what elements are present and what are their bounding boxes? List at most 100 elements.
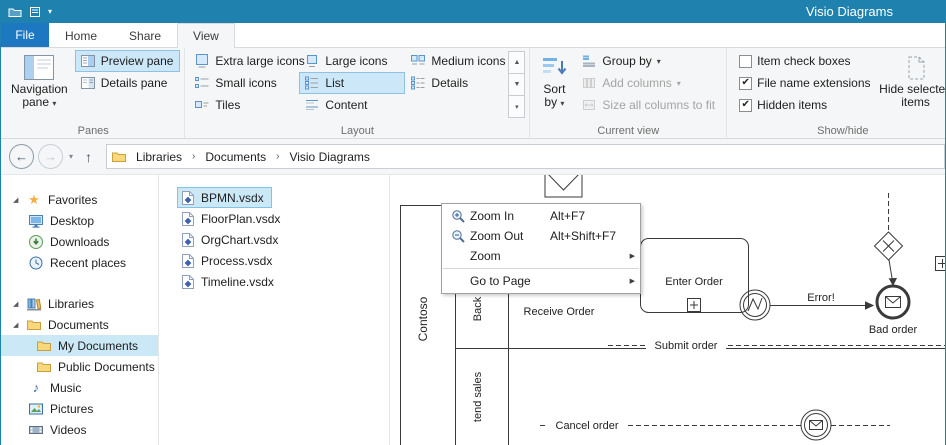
item-check-boxes-checkbox[interactable] [739, 55, 752, 68]
zoom-out-icon [446, 229, 470, 244]
details-pane-label: Details pane [101, 76, 168, 90]
navigation-pane-button[interactable]: Navigation pane ▾ [6, 50, 73, 122]
tab-file[interactable]: File [1, 23, 49, 47]
list-view-label: List [325, 76, 344, 90]
add-columns-icon [581, 75, 597, 91]
sidebar-item-favorites[interactable]: ◢ ★ Favorites [1, 189, 158, 210]
file-name-extensions-checkbox[interactable]: ✔ [739, 77, 752, 90]
details-pane-button[interactable]: Details pane [75, 72, 181, 94]
expand-icon[interactable]: ◢ [13, 196, 25, 204]
hidden-items-option[interactable]: ✔ Hidden items [733, 94, 876, 116]
sidebar-label-recent-places: Recent places [50, 256, 126, 270]
address-bar[interactable]: Libraries › Documents › Visio Diagrams [106, 144, 945, 169]
ribbon-group-show-hide: Item check boxes ✔ File name extensions … [727, 48, 946, 138]
menu-label-go-to-page: Go to Page [470, 274, 550, 288]
ribbon-tabstrip: File Home Share View [1, 23, 945, 47]
sidebar-item-recent-places[interactable]: Recent places [1, 252, 158, 273]
folder-icon [35, 338, 53, 354]
menu-item-zoom-out[interactable]: Zoom Out Alt+Shift+F7 [442, 226, 640, 246]
explorer-icon[interactable] [8, 6, 22, 18]
menu-item-zoom[interactable]: Zoom ▶ [442, 246, 640, 266]
up-button[interactable]: ↑ [79, 149, 98, 165]
window-title: Visio Diagrams [806, 4, 937, 19]
menu-label-zoom-out: Zoom Out [470, 229, 550, 243]
tab-view[interactable]: View [177, 23, 235, 48]
qat-dropdown-icon[interactable]: ▾ [48, 8, 52, 16]
pool-label: Contoso [416, 296, 430, 341]
small-icons-button[interactable]: Small icons [189, 72, 299, 94]
file-item-orgchart[interactable]: OrgChart.vsdx [177, 229, 286, 250]
medium-icons-button[interactable]: Medium icons [405, 50, 505, 72]
desktop-icon [27, 213, 45, 229]
recent-locations-dropdown[interactable]: ▾ [67, 152, 75, 161]
preview-pane-button[interactable]: Preview pane [75, 50, 181, 72]
ribbon-group-current-view: Sort by ▾ Group by ▾ Add columns ▾ Size … [530, 48, 727, 138]
breadcrumb-separator-icon: › [191, 151, 196, 162]
expand-icon[interactable]: ◢ [13, 300, 25, 308]
breadcrumb-visio-diagrams[interactable]: Visio Diagrams [282, 145, 376, 168]
file-list: BPMN.vsdx FloorPlan.vsdx OrgChart.vsdx P… [159, 175, 389, 445]
content-view-button[interactable]: Content [299, 94, 405, 116]
small-icons-label: Small icons [215, 76, 276, 90]
bad-order-label: Bad order [869, 324, 918, 336]
menu-item-zoom-in[interactable]: Zoom In Alt+F7 [442, 206, 640, 226]
back-button[interactable]: ← [9, 144, 34, 169]
add-columns-button[interactable]: Add columns ▾ [576, 72, 722, 94]
tiles-view-icon [194, 97, 210, 113]
lane2-label: tend sales [472, 371, 484, 422]
preview-pane-icon [80, 53, 96, 69]
details-view-button[interactable]: Details [405, 72, 505, 94]
folder-icon [35, 359, 53, 375]
properties-icon[interactable] [29, 6, 41, 18]
file-item-floorplan[interactable]: FloorPlan.vsdx [177, 208, 288, 229]
sidebar-item-libraries[interactable]: ◢ Libraries [1, 293, 158, 314]
forward-arrow-icon: → [44, 149, 57, 164]
sidebar-item-music[interactable]: ♪ Music [1, 377, 158, 398]
breadcrumb-libraries[interactable]: Libraries [129, 145, 189, 168]
sidebar-item-my-documents[interactable]: My Documents [1, 335, 158, 356]
navigation-pane-label-2: pane ▾ [22, 96, 56, 110]
ribbon-group-layout: Extra large icons Large icons Medium ico… [185, 48, 530, 138]
size-all-columns-button[interactable]: Size all columns to fit [576, 94, 722, 116]
item-check-boxes-option[interactable]: Item check boxes [733, 50, 876, 72]
titlebar: ▾ Visio Diagrams [1, 0, 945, 23]
sidebar-item-videos[interactable]: Videos [1, 419, 158, 440]
file-item-timeline[interactable]: Timeline.vsdx [177, 271, 282, 292]
file-name-extensions-option[interactable]: ✔ File name extensions [733, 72, 876, 94]
submenu-arrow-icon: ▶ [623, 277, 635, 285]
list-view-button[interactable]: List [299, 72, 405, 94]
breadcrumb-documents[interactable]: Documents [198, 145, 273, 168]
expand-icon[interactable]: ◢ [13, 321, 25, 329]
show-hide-group-label: Show/hide [727, 125, 946, 137]
details-pane-icon [80, 75, 96, 91]
hidden-items-checkbox[interactable]: ✔ [739, 99, 752, 112]
sidebar-label-documents: Documents [48, 318, 109, 332]
sidebar-item-downloads[interactable]: Downloads [1, 231, 158, 252]
sort-by-button[interactable]: Sort by ▾ [534, 50, 574, 122]
error-label: Error! [807, 292, 835, 304]
menu-item-go-to-page[interactable]: Go to Page ▶ [442, 271, 640, 291]
group-by-button[interactable]: Group by ▾ [576, 50, 722, 72]
sidebar-item-pictures[interactable]: Pictures [1, 398, 158, 419]
tab-home[interactable]: Home [49, 23, 113, 47]
sidebar-label-downloads: Downloads [50, 235, 109, 249]
size-columns-label: Size all columns to fit [602, 98, 715, 112]
gallery-more-button[interactable]: ▾ [508, 95, 525, 118]
sidebar-item-desktop[interactable]: Desktop [1, 210, 158, 231]
gallery-up-button[interactable]: ▲ [508, 51, 525, 74]
sidebar-item-public-documents[interactable]: Public Documents [1, 356, 158, 377]
large-icons-button[interactable]: Large icons [299, 50, 405, 72]
menu-label-zoom-in: Zoom In [470, 209, 550, 223]
file-item-process[interactable]: Process.vsdx [177, 250, 280, 271]
sidebar-label-libraries: Libraries [48, 297, 94, 311]
add-columns-label: Add columns [602, 76, 671, 90]
forward-button[interactable]: → [38, 144, 63, 169]
tiles-view-button[interactable]: Tiles [189, 94, 299, 116]
sidebar-item-documents[interactable]: ◢ Documents [1, 314, 158, 335]
extra-large-icons-button[interactable]: Extra large icons [189, 50, 299, 72]
file-item-bpmn[interactable]: BPMN.vsdx [177, 187, 272, 208]
large-icons-label: Large icons [325, 54, 387, 68]
gallery-down-button[interactable]: ▼ [508, 73, 525, 96]
hide-selected-items-button[interactable]: Hide selected items [877, 50, 946, 122]
tab-share[interactable]: Share [113, 23, 177, 47]
